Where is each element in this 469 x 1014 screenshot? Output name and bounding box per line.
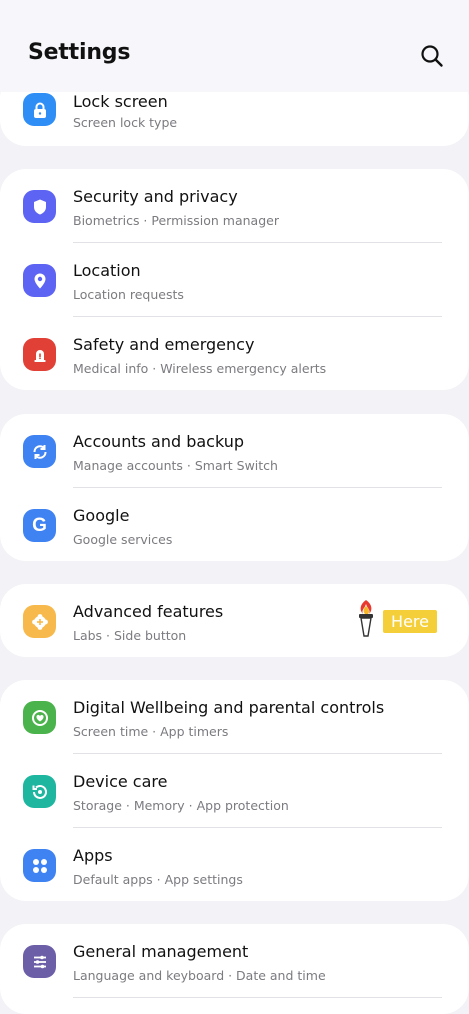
item-label: General management [73, 942, 249, 961]
settings-item-security-privacy[interactable]: Security and privacy Biometrics · Permis… [0, 169, 469, 243]
torch-icon [349, 598, 383, 638]
item-sublabel: Screen lock type [73, 115, 178, 130]
item-label: Security and privacy [73, 187, 238, 206]
apps-grid-icon [23, 849, 56, 882]
item-label: Advanced features [73, 602, 224, 621]
settings-item-accounts-backup[interactable]: Accounts and backup Manage accounts · Sm… [0, 414, 469, 488]
settings-group-accounts: Accounts and backup Manage accounts · Sm… [0, 414, 469, 561]
shield-icon [23, 190, 56, 223]
item-sublabel: Labs · Side button [73, 628, 187, 643]
item-label: Apps [73, 846, 113, 865]
search-button[interactable] [418, 42, 446, 70]
settings-item-device-care[interactable]: Device care Storage · Memory · App prote… [0, 754, 469, 828]
page-title: Settings [28, 40, 131, 65]
item-sublabel: Screen time · App timers [73, 724, 229, 739]
settings-item-location[interactable]: Location Location requests [0, 243, 469, 317]
app-header: Settings [0, 0, 469, 92]
settings-item-safety-emergency[interactable]: Safety and emergency Medical info · Wire… [0, 317, 469, 391]
item-label: Safety and emergency [73, 335, 255, 354]
settings-item-google[interactable]: G Google Google services [0, 488, 469, 562]
search-icon [421, 45, 443, 67]
sync-icon [23, 435, 56, 468]
settings-item-apps[interactable]: Apps Default apps · App settings [0, 828, 469, 902]
item-sublabel: Language and keyboard · Date and time [73, 968, 326, 983]
here-badge: Here [383, 610, 437, 633]
lock-icon [23, 93, 56, 126]
item-sublabel: Storage · Memory · App protection [73, 798, 289, 813]
divider [73, 997, 442, 998]
item-label: Digital Wellbeing and parental controls [73, 698, 385, 717]
heart-circle-icon [23, 701, 56, 734]
google-g-icon: G [23, 509, 56, 542]
item-sublabel: Medical info · Wireless emergency alerts [73, 361, 327, 376]
item-label: Location [73, 261, 141, 280]
sliders-icon [23, 945, 56, 978]
item-label: Device care [73, 772, 168, 791]
settings-group-general: General management Language and keyboard… [0, 924, 469, 1014]
item-sublabel: Default apps · App settings [73, 872, 243, 887]
emergency-icon [23, 338, 56, 371]
item-label: Lock screen [73, 92, 168, 111]
item-sublabel: Manage accounts · Smart Switch [73, 458, 278, 473]
refresh-circle-icon [23, 775, 56, 808]
item-sublabel: Biometrics · Permission manager [73, 213, 279, 228]
item-label: Accounts and backup [73, 432, 245, 451]
item-sublabel: Google services [73, 532, 173, 547]
settings-item-general-management[interactable]: General management Language and keyboard… [0, 924, 469, 998]
settings-group-security: Security and privacy Biometrics · Permis… [0, 169, 469, 390]
location-pin-icon [23, 264, 56, 297]
item-label: Google [73, 506, 130, 525]
settings-group-advanced: Advanced features Labs · Side button Her… [0, 584, 469, 657]
item-sublabel: Location requests [73, 287, 184, 302]
settings-group-wellbeing: Digital Wellbeing and parental controls … [0, 680, 469, 901]
settings-item-digital-wellbeing[interactable]: Digital Wellbeing and parental controls … [0, 680, 469, 754]
gear-plus-icon [23, 605, 56, 638]
settings-item-advanced-features[interactable]: Advanced features Labs · Side button Her… [0, 584, 469, 658]
